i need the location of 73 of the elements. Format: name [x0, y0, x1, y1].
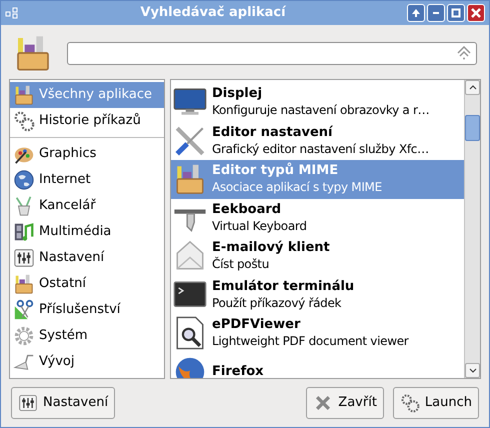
- application-description: Grafický editor nastavení služby Xfc…: [212, 140, 429, 157]
- application-description: Virtual Keyboard: [212, 218, 307, 234]
- scroll-up-icon[interactable]: [468, 85, 476, 90]
- application-item[interactable]: Displej Konfiguruje nastavení obrazovky a r…: [171, 83, 464, 122]
- category-label: Kancelář: [39, 197, 96, 216]
- application-name: Eekboard: [212, 202, 282, 218]
- category-label: Příslušenství: [39, 301, 120, 320]
- gears-icon: [13, 110, 35, 132]
- application-description: Použít příkazový řádek: [212, 294, 342, 311]
- application-name: E-mailový klient: [212, 240, 330, 256]
- sliders-icon: [18, 393, 38, 413]
- application-name: ePDFViewer: [212, 317, 302, 334]
- application-item[interactable]: E-mailový klient Číst poštu: [171, 237, 464, 276]
- application-name: Editor typů MIME: [212, 163, 340, 180]
- history-icon[interactable]: [456, 46, 472, 60]
- category-item[interactable]: Multimédia: [10, 219, 164, 245]
- category-item[interactable]: Nastavení: [10, 245, 164, 271]
- application-item[interactable]: Editor nastavení Grafický editor nastavení služby Xfc…: [171, 122, 464, 160]
- category-label: Všechny aplikace: [39, 86, 152, 104]
- category-label: Internet: [39, 171, 91, 190]
- application-description: Lightweight PDF document viewer: [212, 333, 408, 350]
- window-title: Vyhledávač aplikací: [140, 4, 286, 22]
- maximize-icon: [451, 8, 461, 18]
- shade-button[interactable]: [407, 4, 425, 22]
- scroll-down-icon[interactable]: [468, 368, 476, 373]
- category-item[interactable]: Internet: [10, 167, 164, 193]
- category-label: Graphics: [39, 145, 96, 164]
- window-menu-icon[interactable]: [5, 6, 19, 20]
- application-description: Konfiguruje nastavení obrazovky a r…: [212, 102, 430, 118]
- gears-icon: [400, 393, 420, 413]
- category-item[interactable]: Kancelář: [10, 193, 164, 219]
- application-description: Číst poštu: [212, 256, 270, 272]
- toolbox-icon: [13, 273, 35, 295]
- scrollbar-thumb[interactable]: [465, 115, 480, 141]
- category-label: Vývoj: [39, 353, 74, 372]
- close-icon: [471, 8, 481, 18]
- gear-icon: [13, 325, 35, 347]
- category-label: Multimédia: [39, 223, 112, 242]
- application-name: Emulátor terminálu: [212, 278, 354, 295]
- globe-icon: [13, 169, 35, 191]
- application-name: Editor nastavení: [212, 124, 334, 141]
- application-item[interactable]: Emulátor terminálu Použít příkazový řádek: [171, 276, 464, 314]
- dialog-button[interactable]: Nastavení: [11, 387, 116, 419]
- application-item[interactable]: Eekboard Virtual Keyboard: [171, 198, 464, 237]
- application-name: Firefox: [212, 364, 264, 378]
- sliders-icon: [13, 247, 35, 269]
- category-label: Nastavení: [39, 249, 104, 268]
- maximize-button[interactable]: [447, 4, 465, 22]
- category-item[interactable]: Vývoj: [10, 349, 164, 375]
- scrollbar[interactable]: [464, 80, 480, 378]
- search-field[interactable]: [67, 42, 477, 64]
- category-item[interactable]: Ostatní: [10, 271, 164, 297]
- application-name: Displej: [212, 86, 264, 102]
- close-button[interactable]: [467, 4, 485, 22]
- application-item[interactable]: Firefox: [171, 352, 464, 378]
- category-item[interactable]: Historie příkazů: [10, 108, 164, 134]
- dialog-button[interactable]: Zavřít: [306, 387, 384, 419]
- category-item[interactable]: Graphics: [10, 141, 164, 167]
- category-label: Ostatní: [39, 275, 86, 294]
- film-music-icon: [13, 221, 35, 243]
- scissors-ruler-icon: [13, 299, 35, 321]
- minimize-button[interactable]: [427, 4, 445, 22]
- category-item[interactable]: Příslušenství: [10, 297, 164, 323]
- dialog-button[interactable]: Launch: [392, 387, 479, 419]
- application-description: Asociace aplikací s typy MIME: [212, 179, 382, 196]
- category-item[interactable]: Systém: [10, 323, 164, 349]
- toolbox-icon: [13, 84, 35, 106]
- category-label: Historie příkazů: [39, 112, 141, 130]
- shade-icon: [411, 8, 421, 18]
- screwdriver-wrench-icon: [173, 124, 207, 158]
- minimize-icon: [433, 12, 439, 14]
- category-label: Systém: [39, 327, 88, 346]
- application-item[interactable]: ePDFViewer Lightweight PDF document viewer: [171, 314, 464, 352]
